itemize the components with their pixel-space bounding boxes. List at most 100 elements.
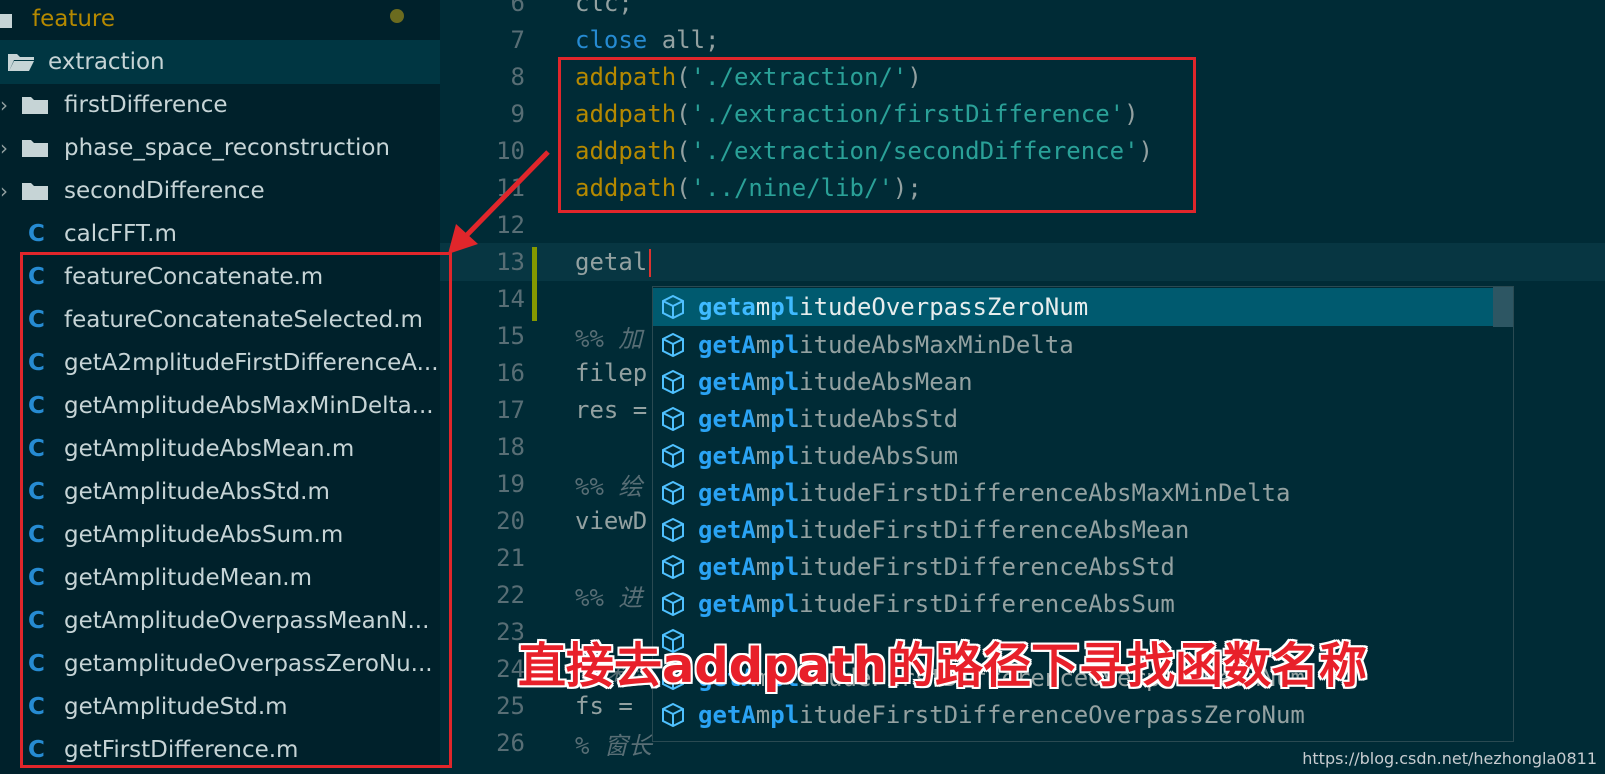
code-line: 12	[440, 206, 1605, 244]
line-number: 6	[510, 0, 525, 17]
folder-icon	[22, 140, 48, 157]
code-line: 10 addpath('./extraction/secondDifference…	[440, 132, 1605, 170]
current-line[interactable]: 13 getal	[440, 243, 1605, 281]
folder-open-icon	[0, 14, 12, 28]
file-label: featureConcatenate.m	[64, 264, 324, 290]
folder-seconddifference[interactable]: › secondDifference	[0, 169, 440, 213]
code-text: fs =	[575, 692, 633, 720]
code-text: res =	[575, 396, 648, 424]
suggestion-item[interactable]: getAmplitudeFirstDifferenceOverpassZeroN…	[653, 696, 1495, 734]
text-caret	[649, 248, 652, 277]
method-cube-icon	[662, 702, 684, 728]
code-text: viewD	[575, 507, 648, 535]
file-label: getAmplitudeOverpassMeanN...	[64, 608, 430, 634]
code-rest: all;	[647, 26, 720, 54]
c-file-icon: C	[28, 651, 45, 677]
folder-feature[interactable]: feature	[0, 0, 440, 41]
suggest-scrollbar[interactable]	[1493, 287, 1513, 327]
folder-label: phase_space_reconstruction	[64, 135, 391, 161]
folder-phase-space[interactable]: › phase_space_reconstruction	[0, 126, 440, 170]
file-item[interactable]: CgetAmplitudeAbsStd.m	[0, 470, 440, 514]
suggestion-item[interactable]: getAmplitudeFirstDifferenceAbsMaxMinDelt…	[653, 474, 1495, 512]
modified-dot	[390, 9, 404, 23]
c-file-icon: C	[28, 350, 45, 376]
line-number: 14	[496, 285, 525, 313]
suggestion-text: getAmplitudeAbsMaxMinDelta	[698, 331, 1074, 359]
code-text: addpath('./extraction/firstDifference')	[575, 100, 1139, 128]
file-label: getAmplitudeAbsMean.m	[64, 436, 355, 462]
paren: );	[892, 174, 922, 202]
folder-label: extraction	[48, 49, 165, 75]
line-number: 8	[510, 63, 525, 91]
suggestion-item[interactable]: getAmplitudeFirstDifferenceAbsSum	[653, 585, 1495, 623]
watermark-text: https://blog.csdn.net/hezhongla0811	[1302, 749, 1597, 768]
paren: (	[676, 137, 691, 165]
file-label: getamplitudeOverpassZeroNu...	[64, 651, 433, 677]
paren: (	[676, 174, 691, 202]
typed-text: getal	[575, 247, 648, 276]
file-label: getAmplitudeStd.m	[64, 694, 288, 720]
method-cube-icon	[662, 554, 684, 580]
file-item[interactable]: CgetAmplitudeOverpassMeanN...	[0, 599, 440, 643]
suggestion-item[interactable]: getamplitudeOverpassZeroNum	[653, 288, 1495, 326]
line-number: 22	[496, 581, 525, 609]
code-text: addpath('./extraction/secondDifference')	[575, 137, 1153, 165]
function-name: addpath	[575, 100, 677, 128]
file-item[interactable]: CgetAmplitudeMean.m	[0, 556, 440, 600]
line-number: 20	[496, 507, 525, 535]
file-item[interactable]: CgetAmplitudeAbsMean.m	[0, 427, 440, 471]
folder-firstdifference[interactable]: › firstDifference	[0, 83, 440, 127]
file-label: getAmplitudeAbsStd.m	[64, 479, 330, 505]
red-arrow-icon	[448, 150, 550, 254]
suggestion-item[interactable]: getAmplitudeAbsStd	[653, 400, 1495, 438]
file-item[interactable]: CgetFirstDifference.m	[0, 728, 440, 772]
file-item[interactable]: CgetA2mplitudeFirstDifferenceA...	[0, 341, 440, 385]
c-file-icon: C	[28, 393, 45, 419]
file-label: getAmplitudeAbsMaxMinDelta...	[64, 393, 434, 419]
method-cube-icon	[662, 480, 684, 506]
suggestion-item[interactable]: getAmplitudeAbsSum	[653, 437, 1495, 475]
file-label: getA2mplitudeFirstDifferenceA...	[64, 350, 439, 376]
c-file-icon: C	[28, 522, 45, 548]
line-number: 17	[496, 396, 525, 424]
suggestion-text: getAmplitudeAbsStd	[698, 405, 959, 433]
file-item[interactable]: CfeatureConcatenateSelected.m	[0, 298, 440, 342]
function-name: addpath	[575, 174, 677, 202]
code-text: clc;	[575, 0, 633, 17]
file-item[interactable]: CcalcFFT.m	[0, 212, 440, 256]
line-number: 21	[496, 544, 525, 572]
line-number: 19	[496, 470, 525, 498]
method-cube-icon	[662, 406, 684, 432]
suggestion-item[interactable]: getAmplitudeFirstDifferenceAbsMean	[653, 511, 1495, 549]
method-cube-icon	[662, 443, 684, 469]
code-line: 7 close all;	[440, 21, 1605, 59]
suggestion-item[interactable]: getAmplitudeFirstDifferenceAbsStd	[653, 548, 1495, 586]
file-item[interactable]: CgetAmplitudeStd.m	[0, 685, 440, 729]
c-file-icon: C	[28, 264, 45, 290]
chevron-right-icon: ›	[0, 93, 8, 117]
file-item[interactable]: CgetAmplitudeAbsMaxMinDelta...	[0, 384, 440, 428]
c-file-icon: C	[28, 608, 45, 634]
paren: )	[1124, 100, 1139, 128]
line-number: 15	[496, 322, 525, 350]
line-number: 26	[496, 729, 525, 757]
file-label: getAmplitudeMean.m	[64, 565, 313, 591]
folder-extraction[interactable]: extraction	[0, 40, 440, 84]
method-cube-icon	[662, 369, 684, 395]
suggestion-text: getAmplitudeFirstDifferenceAbsMaxMinDelt…	[698, 479, 1291, 507]
string-literal: './extraction/firstDifference'	[690, 100, 1125, 128]
code-line: 9 addpath('./extraction/firstDifference')	[440, 95, 1605, 133]
paren: )	[1138, 137, 1153, 165]
file-item[interactable]: CgetAmplitudeAbsSum.m	[0, 513, 440, 557]
file-item[interactable]: CgetamplitudeOverpassZeroNu...	[0, 642, 440, 686]
suggestion-item[interactable]: getAmplitudeAbsMaxMinDelta	[653, 326, 1495, 364]
c-file-icon: C	[28, 221, 45, 247]
suggestion-text: getamplitudeOverpassZeroNum	[698, 293, 1089, 321]
file-label: getFirstDifference.m	[64, 737, 299, 763]
file-label: getAmplitudeAbsSum.m	[64, 522, 344, 548]
suggestion-item[interactable]: getAmplitudeAbsMean	[653, 363, 1495, 401]
chevron-right-icon: ›	[0, 179, 8, 203]
file-item[interactable]: CfeatureConcatenate.m	[0, 255, 440, 299]
suggestion-text: getAmplitudeFirstDifferenceAbsSum	[698, 590, 1175, 618]
string-literal: '../nine/lib/'	[690, 174, 893, 202]
